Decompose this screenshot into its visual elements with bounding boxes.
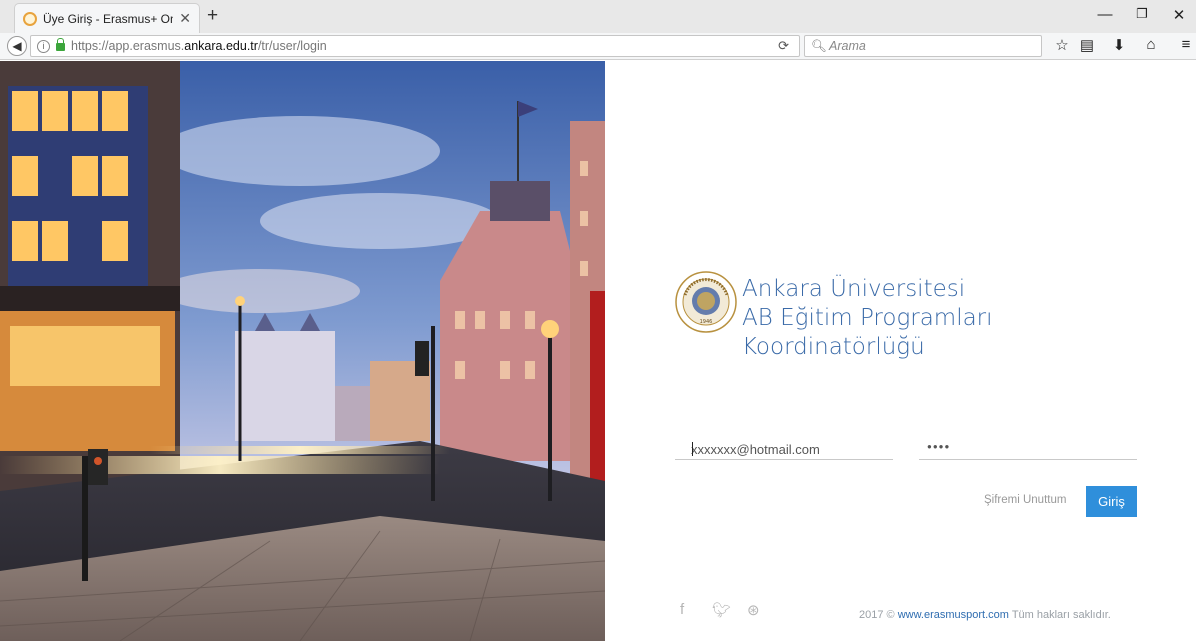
- copyright-prefix: 2017 ©: [859, 609, 898, 621]
- password-field[interactable]: ●●●●: [919, 434, 1137, 460]
- forgot-password-link[interactable]: Şifremi Unuttum: [984, 494, 1066, 506]
- search-icon: 🔍︎: [811, 39, 827, 53]
- minimize-icon[interactable]: —: [1090, 6, 1120, 23]
- url-host: ankara.edu.tr: [184, 39, 258, 53]
- facebook-icon[interactable]: f: [680, 601, 684, 618]
- copyright-text: 2017 © www.erasmusport.com Tüm hakları s…: [859, 609, 1111, 621]
- svg-text:1946: 1946: [700, 319, 713, 325]
- institution-title: Ankara Üniversitesi AB Eğitim Programlar…: [742, 275, 993, 362]
- url-path: /tr/user/login: [257, 39, 327, 53]
- tab-title: Üye Giriş - Erasmus+ Onli...: [43, 11, 173, 26]
- tab-bar: Üye Giriş - Erasmus+ Onli... ✕ + — ❐ ✕: [0, 0, 1196, 33]
- dribbble-icon[interactable]: ⊛: [747, 601, 760, 619]
- new-tab-button[interactable]: +: [207, 5, 218, 27]
- brand-line-1: Ankara Üniversitesi: [742, 276, 966, 302]
- home-icon[interactable]: ⌂: [1139, 36, 1163, 53]
- text-caret: [692, 442, 693, 456]
- login-panel: 1946 Ankara Üniversitesi AB Eğitim Progr…: [605, 61, 1196, 641]
- email-field[interactable]: xxxxxxx@hotmail.com: [675, 434, 893, 460]
- brand-line-2: AB Eğitim Programları: [742, 305, 993, 331]
- twitter-icon[interactable]: 🐦︎: [712, 601, 731, 619]
- search-input[interactable]: 🔍︎ Arama: [804, 35, 1042, 57]
- favicon-icon: [23, 11, 37, 26]
- city-street-illustration: [0, 61, 605, 641]
- download-icon[interactable]: ⬇: [1107, 36, 1131, 54]
- lock-icon: [56, 38, 65, 51]
- search-placeholder: Arama: [829, 39, 866, 53]
- footer-site-link[interactable]: www.erasmusport.com: [898, 609, 1009, 621]
- bookmark-star-icon[interactable]: ☆: [1050, 36, 1074, 54]
- email-value: xxxxxxx@hotmail.com: [691, 442, 820, 457]
- close-window-icon[interactable]: ✕: [1164, 6, 1194, 24]
- navigation-bar: ◀ i https://app.erasmus. ankara.edu.tr/tr…: [0, 33, 1196, 60]
- url-scheme: https://app.erasmus.: [71, 39, 185, 53]
- login-button[interactable]: Giriş: [1086, 486, 1137, 517]
- back-arrow-icon[interactable]: ◀: [7, 36, 27, 56]
- reload-icon[interactable]: ⟳: [778, 38, 789, 54]
- university-seal-logo: 1946: [675, 271, 737, 333]
- browser-tab[interactable]: Üye Giriş - Erasmus+ Onli... ✕: [14, 3, 200, 33]
- restore-icon[interactable]: ❐: [1127, 6, 1157, 22]
- bookmarks-library-icon[interactable]: ▤: [1075, 36, 1099, 54]
- address-bar[interactable]: i https://app.erasmus. ankara.edu.tr/tr/u…: [30, 35, 800, 57]
- brand-line-3: Koordinatörlüğü: [742, 334, 925, 360]
- password-value: ●●●●: [927, 442, 951, 451]
- info-icon[interactable]: i: [37, 39, 50, 53]
- close-tab-icon[interactable]: ✕: [179, 10, 191, 27]
- hero-image: [0, 61, 605, 641]
- menu-icon[interactable]: ≡: [1174, 36, 1196, 53]
- copyright-suffix: Tüm hakları saklıdır.: [1008, 609, 1111, 621]
